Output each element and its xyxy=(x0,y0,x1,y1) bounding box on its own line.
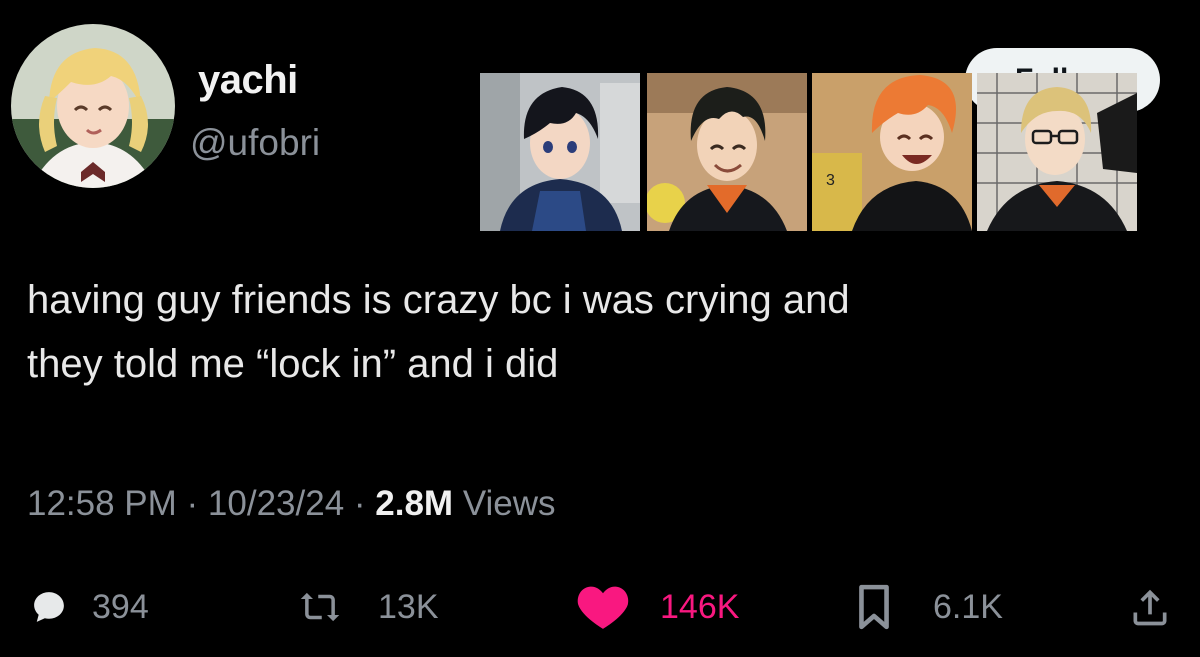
share-icon xyxy=(1133,589,1167,626)
tweet-meta: 12:58 PM · 10/23/24 · 2.8M Views xyxy=(27,484,556,524)
repost-count: 13K xyxy=(378,587,439,626)
tweet-date[interactable]: 10/23/24 xyxy=(208,484,344,523)
tweet-time[interactable]: 12:58 PM xyxy=(27,484,177,523)
bookmark-count: 6.1K xyxy=(933,587,1003,626)
meta-separator: · xyxy=(344,484,376,523)
character-dark-hair-hoodie-image xyxy=(480,73,640,231)
reply-button[interactable]: 394 xyxy=(28,584,149,630)
views-count: 2.8M xyxy=(375,484,454,523)
handle[interactable]: @ufobri xyxy=(190,122,320,164)
tweet-text-line: they told me “lock in” and i did xyxy=(27,342,559,386)
like-count: 146K xyxy=(660,587,740,626)
bookmark-icon xyxy=(859,584,889,630)
repost-icon xyxy=(300,592,340,622)
svg-text:3: 3 xyxy=(826,172,835,189)
share-button[interactable] xyxy=(1128,584,1172,630)
character-blond-glasses-image xyxy=(977,73,1137,231)
repost-button[interactable]: 13K xyxy=(298,584,439,630)
anime-girl-avatar-icon xyxy=(11,24,175,188)
reply-count: 394 xyxy=(92,587,149,626)
tweet-text-line: having guy friends is crazy bc i was cry… xyxy=(27,278,850,322)
like-button[interactable]: 146K xyxy=(576,584,739,630)
bookmark-button[interactable]: 6.1K xyxy=(857,584,1003,630)
display-name[interactable]: yachi xyxy=(198,58,298,103)
avatar[interactable] xyxy=(11,24,175,188)
heart-icon xyxy=(577,586,629,629)
views-label: Views xyxy=(453,484,556,523)
meta-separator: · xyxy=(176,484,208,523)
tweet-text: having guy friends is crazy bc i was cry… xyxy=(27,268,1177,396)
character-orange-hair-laughing-image: 3 xyxy=(812,73,972,231)
character-freckles-smiling-image xyxy=(647,73,807,231)
reply-icon xyxy=(34,592,64,622)
